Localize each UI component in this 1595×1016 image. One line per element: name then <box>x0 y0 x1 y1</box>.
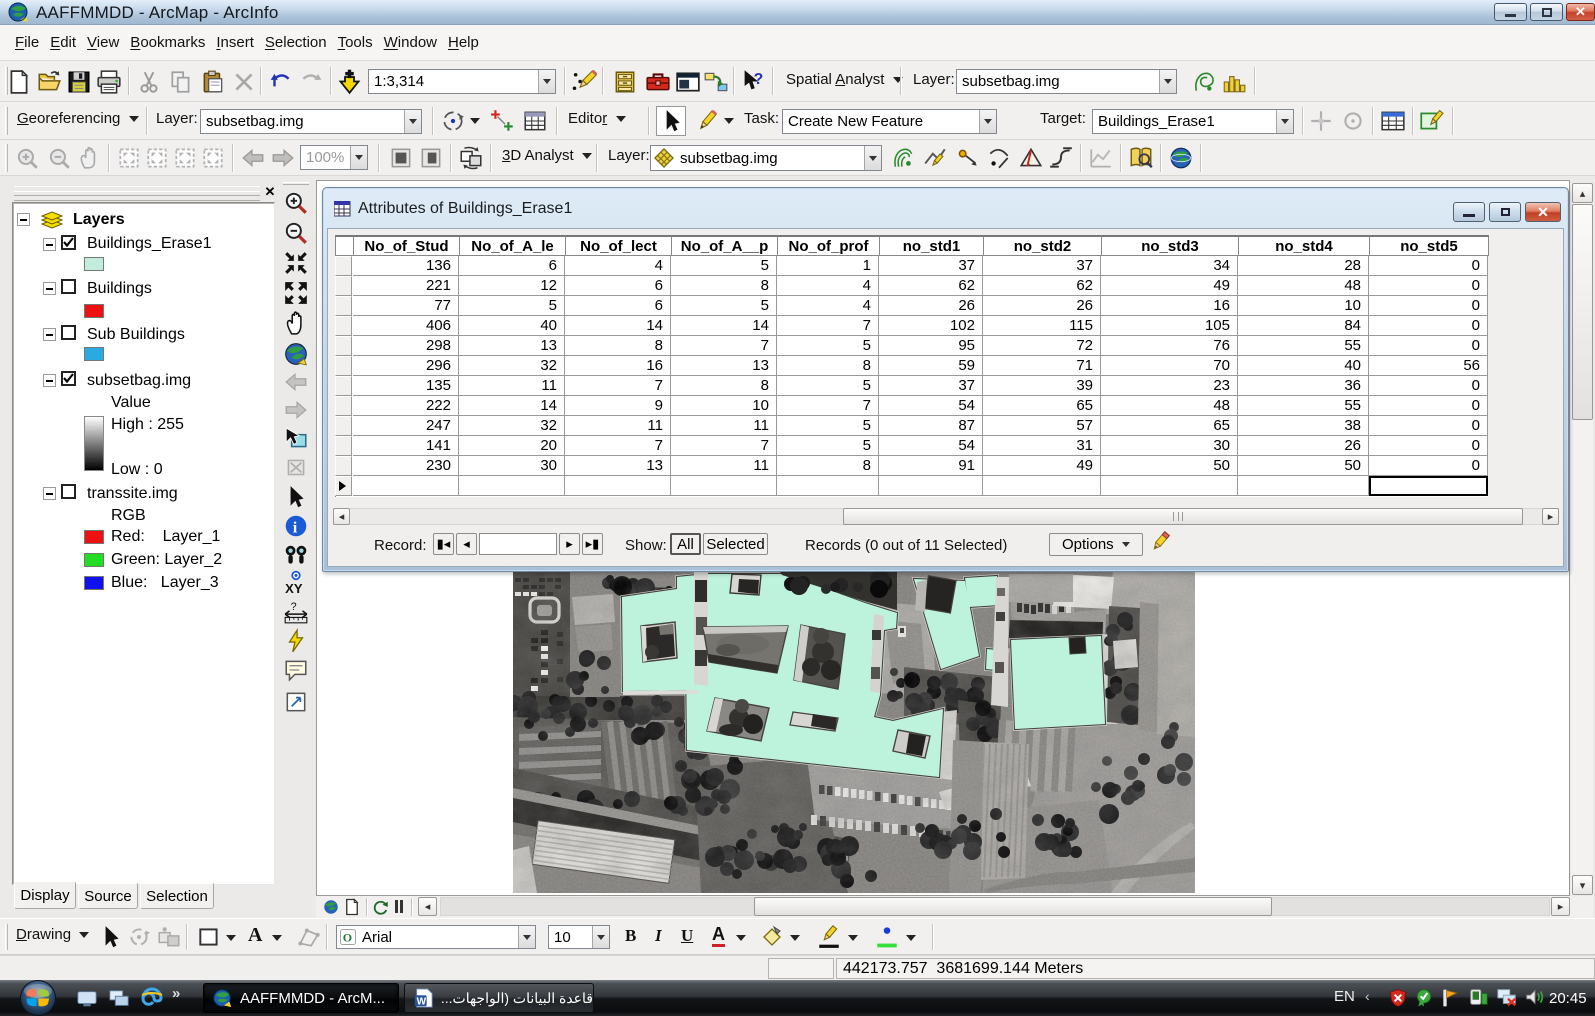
svg-text:W: W <box>417 996 427 1007</box>
svg-text:XY: XY <box>285 581 303 596</box>
svg-text:i: i <box>293 519 298 537</box>
svg-text:O: O <box>343 931 352 945</box>
svg-text:?: ? <box>754 71 764 88</box>
svg-text:?: ? <box>291 601 297 613</box>
